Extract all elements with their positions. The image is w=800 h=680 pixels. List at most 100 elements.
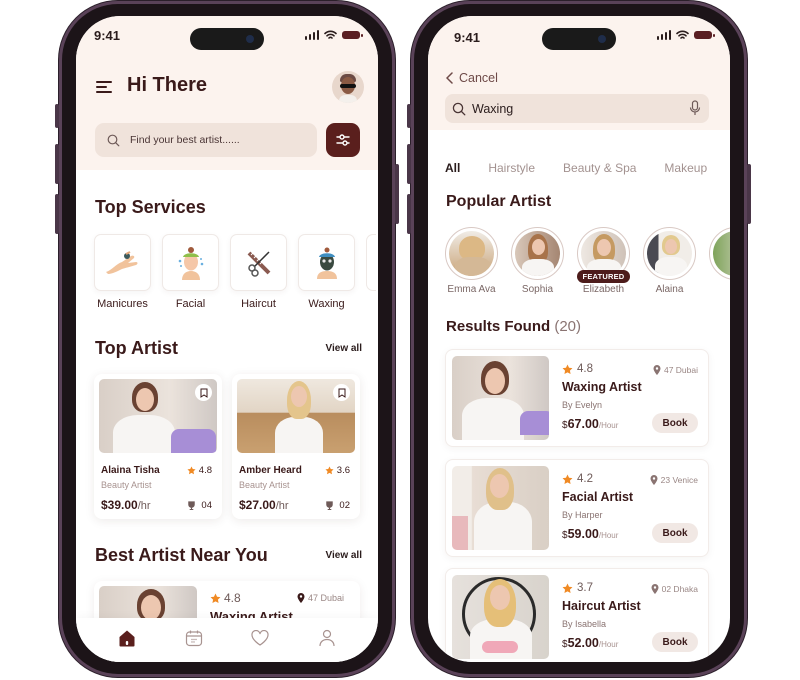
book-button[interactable]: Book: [652, 632, 698, 652]
location-pin-icon: [653, 365, 661, 375]
service-facial[interactable]: Facial: [162, 234, 219, 310]
volume-up-button: [407, 144, 411, 184]
power-button: [747, 164, 751, 224]
artist-rating: 3.6: [325, 465, 350, 476]
price-unit: /Hour: [598, 640, 619, 649]
heart-icon[interactable]: [251, 630, 269, 646]
tab-all[interactable]: All: [445, 161, 460, 175]
bottom-tab-bar: [76, 618, 378, 662]
result-card[interactable]: 4.8 47 Dubai Waxing Artist By Evelyn $67…: [445, 349, 709, 447]
result-by: By Isabella: [562, 619, 607, 629]
popular-artist-item[interactable]: FEATURED Elizabeth: [577, 227, 630, 295]
location-pin-icon: [651, 584, 659, 594]
artist-photo: [452, 466, 549, 550]
popular-artist-item[interactable]: Sophia: [511, 227, 564, 295]
price-value: 67.00: [567, 417, 599, 431]
bookmark-button[interactable]: [195, 384, 212, 401]
near-rating: 4.8: [210, 591, 241, 605]
battery-icon: [694, 31, 715, 39]
popular-artist-item[interactable]: Emma Ava: [445, 227, 498, 295]
result-rating: 3.7: [562, 582, 593, 594]
bookmark-icon: [200, 388, 207, 398]
result-card[interactable]: 4.2 23 Venice Facial Artist By Harper $5…: [445, 459, 709, 557]
result-title: Waxing Artist: [562, 380, 642, 394]
search-icon: [452, 102, 466, 115]
rating-value: 4.8: [224, 591, 241, 605]
wifi-icon: [324, 30, 337, 39]
battery-icon: [342, 31, 363, 39]
top-artist-view-all-link[interactable]: View all: [325, 343, 362, 354]
tab-hairstyle[interactable]: Hairstyle: [488, 161, 535, 175]
bookmark-button[interactable]: [333, 384, 350, 401]
near-location: 47 Dubai: [297, 593, 344, 603]
filter-button[interactable]: [326, 123, 360, 157]
artist-price: $39.00/hr: [101, 498, 151, 512]
cancel-button[interactable]: Cancel: [446, 71, 498, 85]
price-value: 59.00: [567, 527, 599, 541]
sliders-icon: [336, 134, 350, 146]
search-input[interactable]: Find your best artist......: [95, 123, 317, 157]
service-next-partial[interactable]: [366, 234, 376, 291]
rating-value: 3.6: [336, 465, 350, 476]
location-text: 47 Dubai: [663, 365, 698, 375]
popular-artist-item[interactable]: Alaina: [643, 227, 696, 295]
service-label: Haircut: [241, 298, 276, 310]
service-waxing[interactable]: Waxing: [298, 234, 355, 310]
artist-photo: [452, 356, 549, 440]
result-location: 23 Venice: [650, 475, 698, 485]
book-button[interactable]: Book: [652, 413, 698, 433]
star-icon: [325, 466, 334, 475]
search-screen: 9:41 Cancel Waxing All Hairstyle Beauty …: [428, 16, 730, 662]
results-count: (20): [554, 318, 582, 335]
power-button: [395, 164, 399, 224]
volume-down-button: [407, 194, 411, 234]
signal-icon: [304, 30, 319, 40]
manicure-hand-icon: [105, 250, 137, 274]
search-icon: [107, 134, 120, 146]
service-label: Facial: [175, 298, 206, 310]
artist-name: Ol: [701, 284, 730, 295]
book-button[interactable]: Book: [652, 523, 698, 543]
result-location: 02 Dhaka: [651, 584, 698, 594]
home-icon[interactable]: [118, 629, 136, 647]
profile-icon[interactable]: [318, 629, 336, 647]
calendar-icon[interactable]: [185, 629, 203, 647]
artist-card[interactable]: Amber Heard 3.6 Beauty Artist $27.00/hr …: [232, 374, 360, 519]
cancel-label: Cancel: [459, 71, 498, 85]
dynamic-island: [542, 28, 616, 50]
tab-makeup[interactable]: Makeup: [664, 161, 707, 175]
face-mask-icon: [316, 247, 337, 279]
artist-role: Beauty Artist: [239, 480, 290, 490]
popular-artist-item[interactable]: Ol: [709, 227, 730, 295]
phone-frame-search: 9:41 Cancel Waxing All Hairstyle Beauty …: [407, 4, 751, 674]
volume-up-button: [55, 144, 59, 184]
microphone-icon[interactable]: [689, 100, 701, 116]
result-price: $59.00/Hour: [562, 527, 618, 541]
price-unit: /Hour: [598, 421, 619, 430]
volume-down-button: [55, 194, 59, 234]
popular-artist-title: Popular Artist: [446, 193, 552, 210]
tab-beauty-spa[interactable]: Beauty & Spa: [563, 161, 636, 175]
artist-card[interactable]: Alaina Tisha 4.8 Beauty Artist $39.00/hr…: [94, 374, 222, 519]
chevron-left-icon: [446, 72, 453, 84]
service-manicures[interactable]: Manicures: [94, 234, 151, 310]
popular-artist-list: Emma Ava Sophia FEATURED Elizabeth Alain…: [445, 227, 730, 295]
search-input[interactable]: Waxing: [445, 94, 709, 123]
greeting-title: Hi There: [127, 74, 208, 96]
menu-icon[interactable]: [96, 81, 112, 96]
best-near-view-all-link[interactable]: View all: [325, 550, 362, 561]
star-icon: [562, 474, 573, 484]
location-text: 02 Dhaka: [661, 584, 698, 594]
phone-frame-home: 9:41 Hi There Find your best artist.....…: [55, 4, 399, 674]
result-title: Haircut Artist: [562, 599, 641, 613]
price-unit: /Hour: [598, 531, 619, 540]
artist-avatar: [449, 231, 494, 276]
artist-price: $27.00/hr: [239, 498, 289, 512]
rating-value: 4.8: [198, 465, 212, 476]
service-haircut[interactable]: Haircut: [230, 234, 287, 310]
artist-photo: [99, 379, 217, 453]
result-card[interactable]: 3.7 02 Dhaka Haircut Artist By Isabella …: [445, 568, 709, 662]
results-title: Results Found (20): [446, 318, 581, 335]
user-avatar[interactable]: [332, 71, 364, 103]
artist-awards: 02: [325, 500, 350, 511]
